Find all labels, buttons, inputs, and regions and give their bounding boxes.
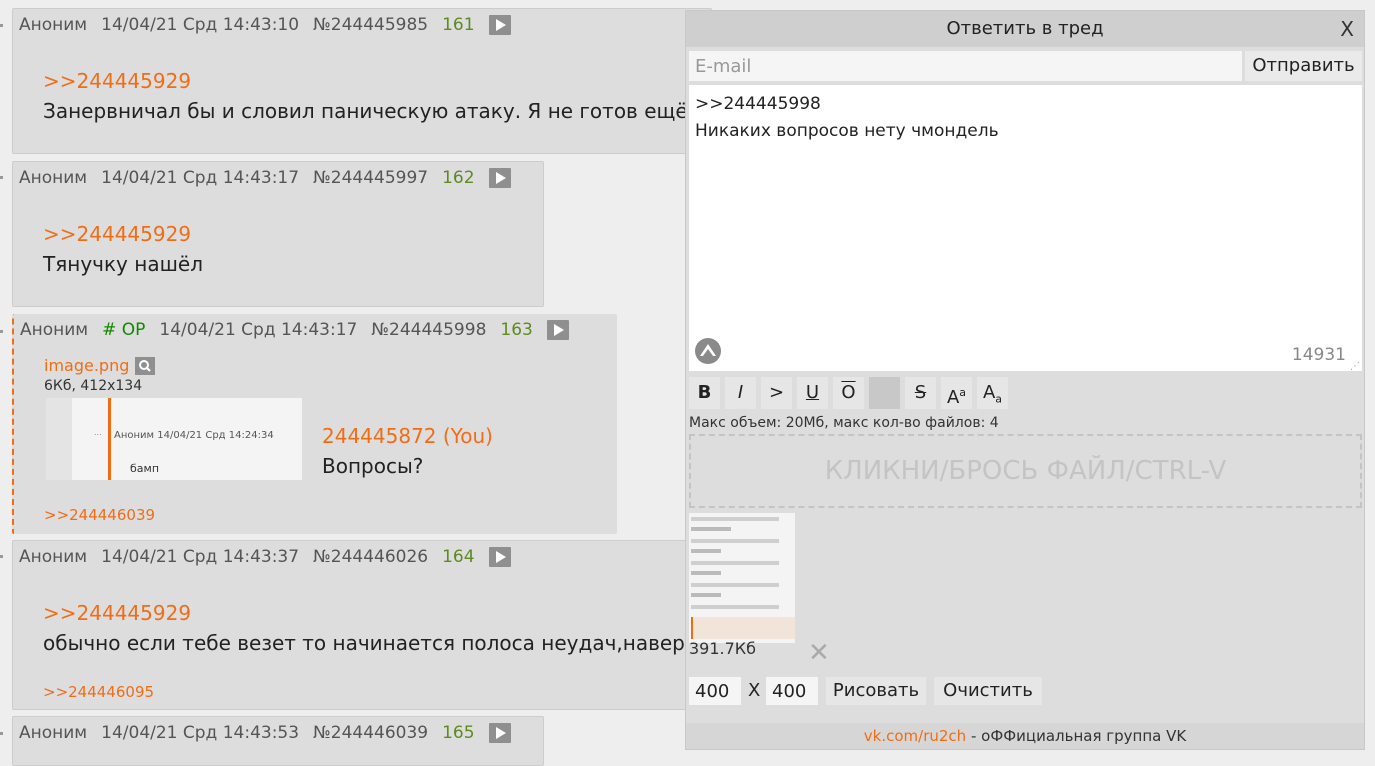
file-link-row: image.png (44, 356, 156, 375)
post-message: Тянучку нашёл (43, 252, 203, 276)
post-highlighted: Аноним # OP 14/04/21 Срд 14:43:17 №24444… (12, 314, 617, 534)
post-marker (0, 24, 3, 27)
play-icon[interactable] (488, 723, 511, 743)
reply-form-title[interactable]: Ответить в тред (686, 11, 1364, 47)
thumb-header-text: Аноним 14/04/21 Срд 14:24:34 (114, 430, 274, 441)
file-meta: 6Кб, 412x134 (44, 378, 143, 394)
post-counter: 164 (442, 547, 475, 567)
poster-name: Аноним (19, 547, 88, 567)
footer-text: - оФФициальная группа VK (966, 727, 1187, 745)
post-date: 14/04/21 Срд 14:43:53 (101, 723, 300, 743)
strike-button[interactable]: S (905, 377, 936, 409)
captcha-logo-icon[interactable] (694, 337, 722, 365)
post-header: Аноним 14/04/21 Срд 14:43:53 №244446039 … (19, 723, 511, 743)
post: Аноним 14/04/21 Срд 14:43:17 №244445997 … (12, 161, 544, 307)
poster-name: Аноним (19, 723, 88, 743)
canvas-height-input[interactable] (766, 677, 818, 705)
file-dropzone[interactable]: КЛИКНИ/БРОСЬ ФАЙЛ/CTRL-V (689, 434, 1362, 508)
post-date: 14/04/21 Срд 14:43:17 (159, 320, 358, 340)
post-marker (0, 176, 3, 179)
vk-group-link[interactable]: vk.com/ru2ch (864, 727, 966, 745)
backref-link[interactable]: >>244446095 (43, 683, 154, 701)
upload-limits: Макс объем: 20Мб, макс кол-во файлов: 4 (689, 415, 999, 431)
resize-handle-icon[interactable]: ⋰ (1350, 361, 1360, 372)
post-number[interactable]: №244445998 (371, 320, 486, 340)
play-icon[interactable] (488, 547, 511, 567)
play-icon[interactable] (488, 168, 511, 188)
post-message: Занервничал бы и словил паническую атаку… (43, 99, 707, 123)
quote-link-you[interactable]: 244445872 (You) (322, 424, 493, 448)
italic-button[interactable]: I (725, 377, 756, 409)
op-tag: # OP (102, 320, 146, 340)
superscript-button[interactable]: Aa (941, 377, 972, 409)
draw-button[interactable]: Рисовать (826, 677, 926, 705)
subscript-button[interactable]: Aa (977, 377, 1008, 409)
canvas-width-input[interactable] (689, 677, 741, 705)
poster-name: Аноним (19, 168, 88, 188)
post-date: 14/04/21 Срд 14:43:17 (101, 168, 300, 188)
post-header: Аноним # OP 14/04/21 Срд 14:43:17 №24444… (20, 320, 569, 340)
post: Аноним 14/04/21 Срд 14:43:37 №244446026 … (12, 540, 712, 710)
reply-link[interactable]: >>244445929 (43, 222, 191, 246)
reply-link[interactable]: >>244445929 (43, 601, 191, 625)
format-toolbar: B I > U O S Aa Aa (689, 377, 1013, 409)
attachment-thumbnail[interactable] (689, 513, 795, 643)
post-message: обычно если тебе везет то начинается пол… (43, 631, 698, 655)
post-header: Аноним 14/04/21 Срд 14:43:37 №244446026 … (19, 547, 511, 567)
reply-form: Ответить в тред X Отправить >>244445998 … (685, 10, 1365, 750)
thumb-body-text: бамп (130, 462, 160, 475)
file-name[interactable]: image.png (44, 356, 129, 375)
post-number[interactable]: №244445985 (313, 15, 428, 35)
dimension-separator: X (748, 680, 761, 701)
overline-button[interactable]: O (833, 377, 864, 409)
footer: vk.com/ru2ch - оФФициальная группа VK (686, 723, 1364, 749)
play-icon[interactable] (488, 15, 511, 35)
post-date: 14/04/21 Срд 14:43:10 (101, 15, 300, 35)
post-number[interactable]: №244446039 (313, 723, 428, 743)
post-header: Аноним 14/04/21 Срд 14:43:10 №244445985 … (19, 15, 511, 35)
post-counter: 163 (500, 320, 533, 340)
post-number[interactable]: №244446026 (313, 547, 428, 567)
reply-link[interactable]: >>244445929 (43, 69, 191, 93)
post-marker (0, 555, 3, 558)
underline-button[interactable]: U (797, 377, 828, 409)
post-number[interactable]: №244445997 (313, 168, 428, 188)
message-textarea[interactable]: >>244445998 Никаких вопросов нету чмонде… (689, 85, 1362, 371)
post: Аноним 14/04/21 Срд 14:43:10 №244445985 … (12, 8, 712, 154)
close-icon[interactable]: X (1340, 11, 1354, 47)
email-field[interactable] (689, 51, 1242, 81)
post-marker (0, 732, 3, 735)
poster-name: Аноним (20, 320, 89, 340)
image-thumbnail[interactable]: ... Аноним 14/04/21 Срд 14:24:34 бамп (46, 398, 302, 480)
post-message: Вопросы? (322, 454, 424, 478)
bold-button[interactable]: B (689, 377, 720, 409)
close-icon[interactable]: ✕ (808, 638, 830, 668)
post-counter: 165 (442, 723, 475, 743)
quote-button[interactable]: > (761, 377, 792, 409)
clear-button[interactable]: Очистить (934, 677, 1042, 705)
post: Аноним 14/04/21 Срд 14:43:53 №244446039 … (12, 716, 544, 766)
post-date: 14/04/21 Срд 14:43:37 (101, 547, 300, 567)
poster-name: Аноним (19, 15, 88, 35)
backref-link[interactable]: >>244446039 (44, 506, 155, 524)
search-icon[interactable] (135, 356, 156, 375)
post-counter: 162 (442, 168, 475, 188)
post-marker (0, 330, 3, 333)
post-counter: 161 (442, 15, 475, 35)
send-button[interactable]: Отправить (1245, 51, 1362, 81)
attachment-size: 391.7Кб (689, 639, 757, 658)
play-icon[interactable] (546, 320, 569, 340)
char-counter: 14931 (1291, 345, 1346, 365)
post-header: Аноним 14/04/21 Срд 14:43:17 №244445997 … (19, 168, 511, 188)
spoiler-button[interactable] (869, 377, 900, 409)
